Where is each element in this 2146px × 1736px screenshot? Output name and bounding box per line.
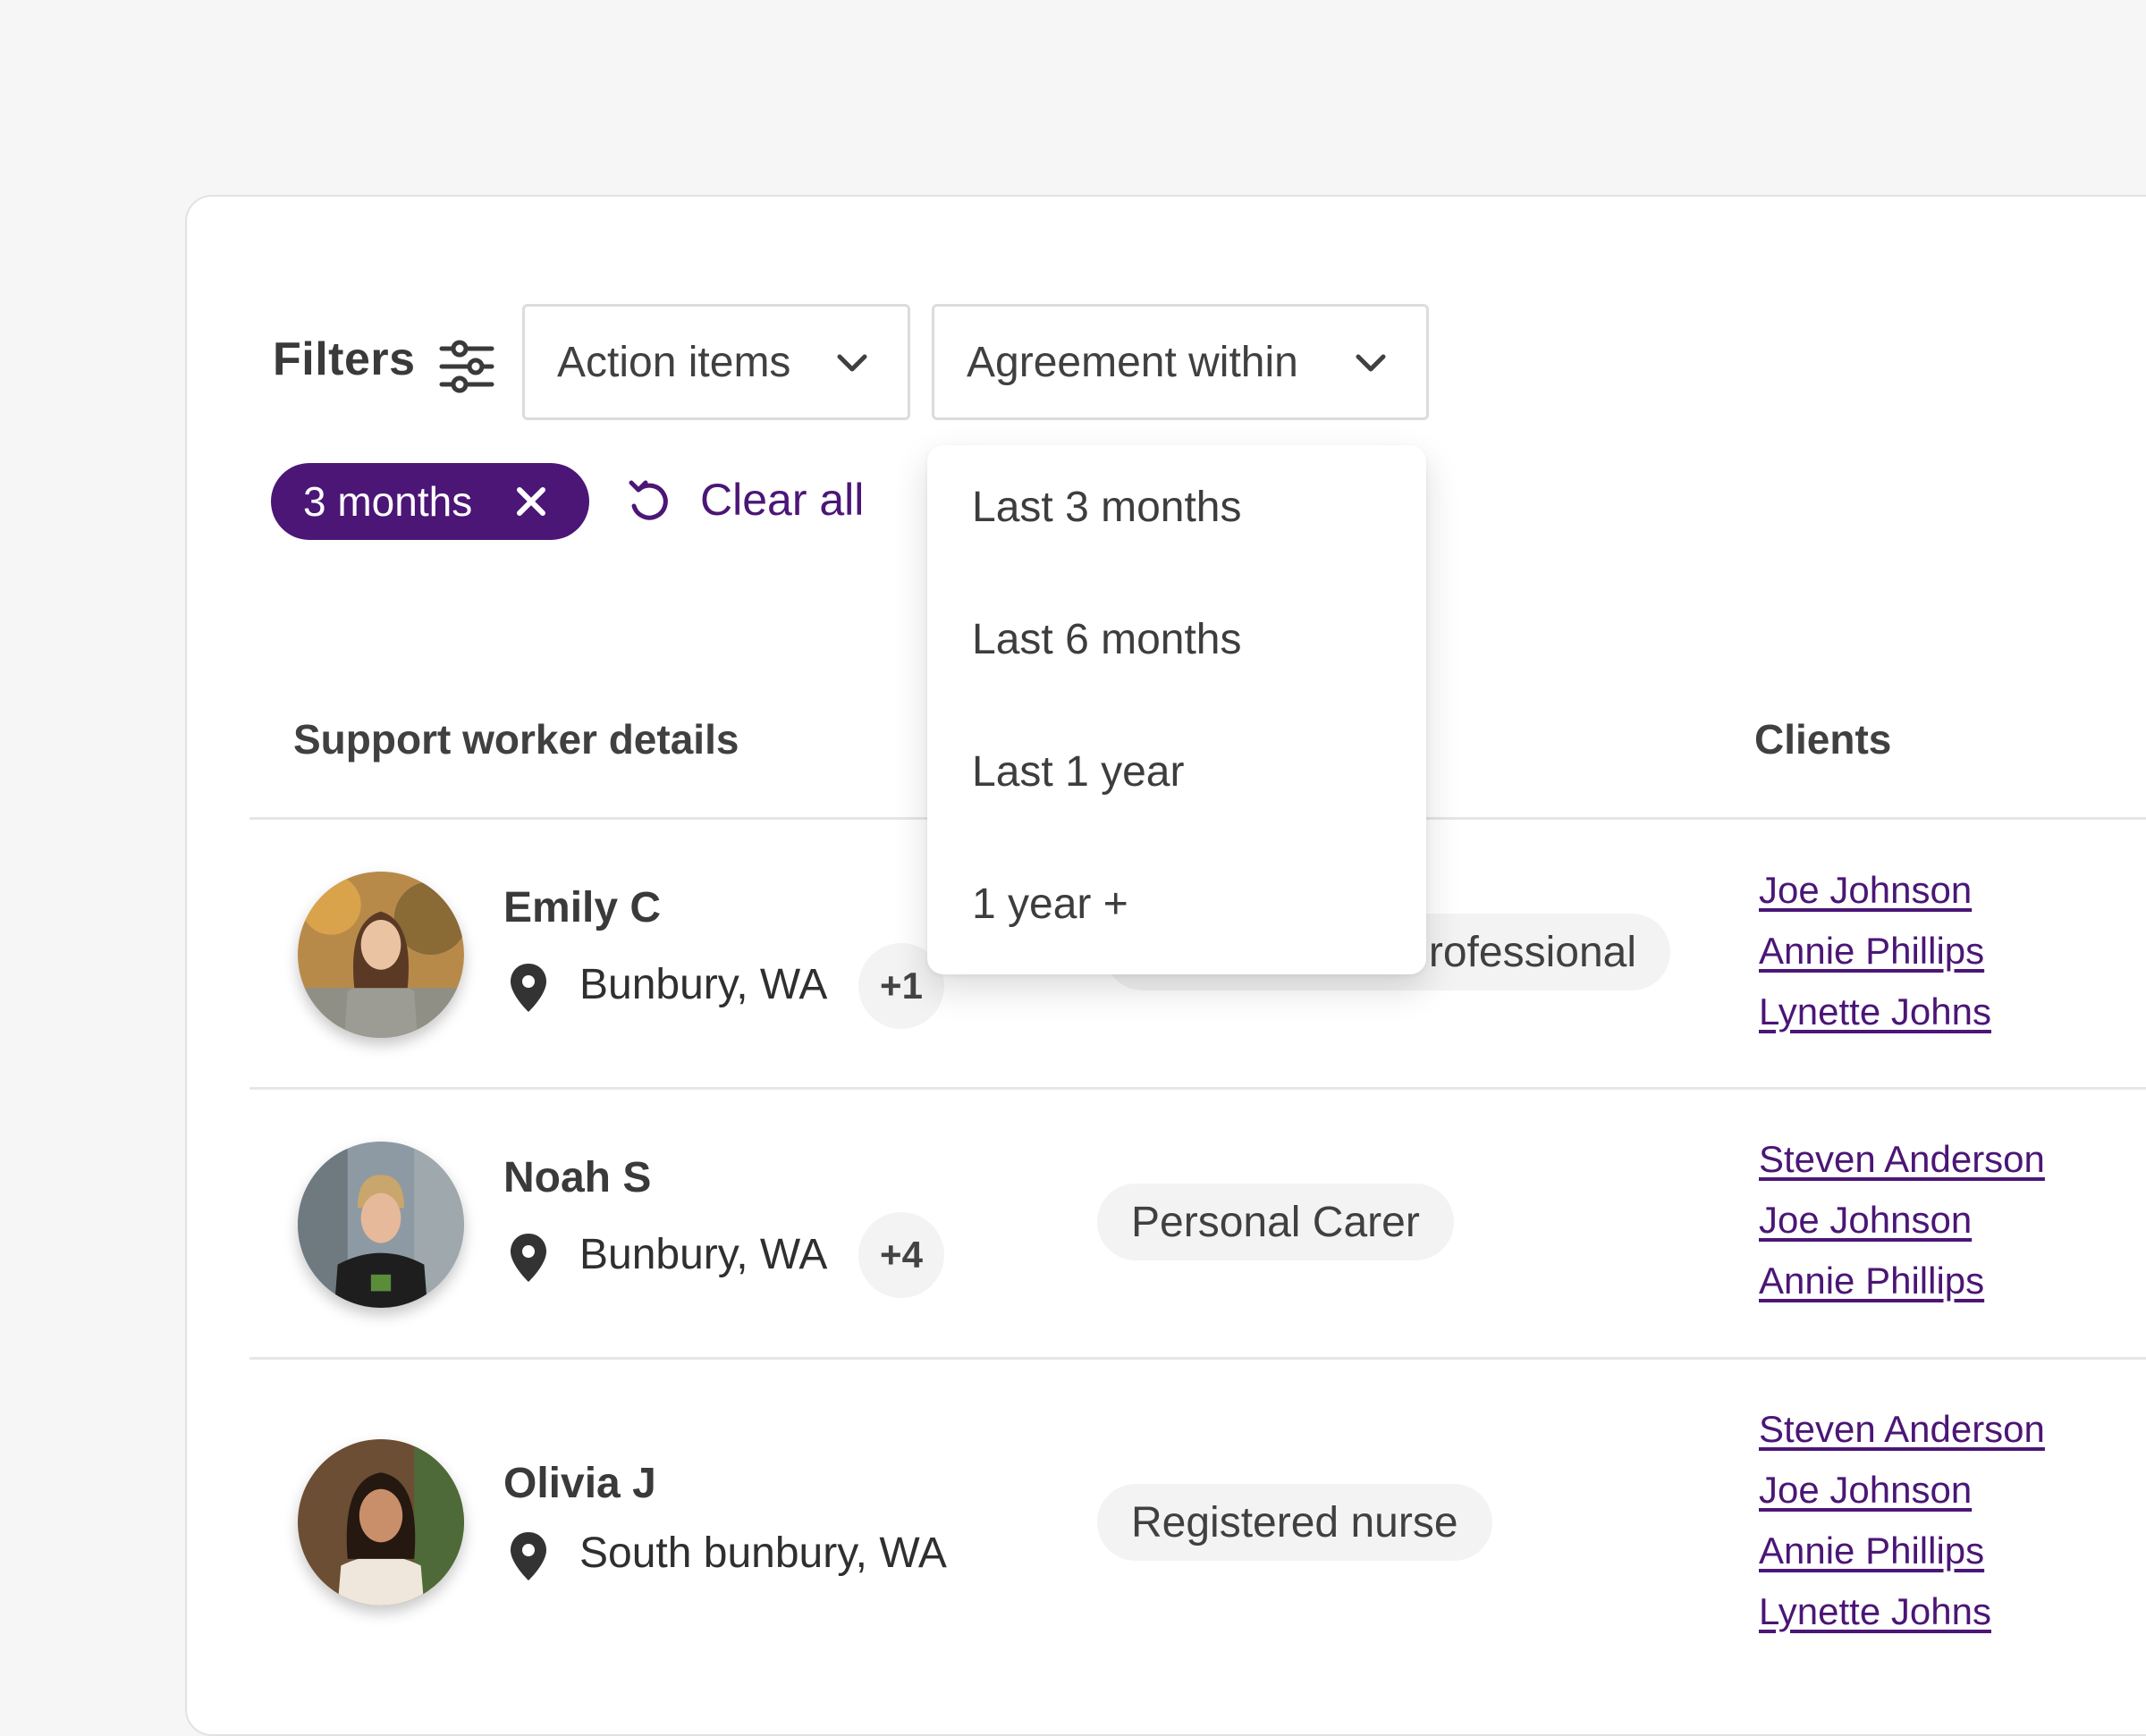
worker-location: Bunbury, WA — [579, 1231, 828, 1278]
chevron-down-icon — [837, 354, 867, 372]
role-label: Personal Carer — [1131, 1198, 1420, 1246]
client-link[interactable]: Steven Anderson — [1759, 1138, 2045, 1181]
avatar — [298, 1142, 464, 1308]
client-link[interactable]: Annie Phillips — [1759, 1260, 1984, 1302]
role-pill: Registered nurse — [1097, 1484, 1492, 1561]
client-link[interactable]: Joe Johnson — [1759, 1469, 1972, 1512]
role-label: rofessional — [1428, 928, 1636, 976]
client-link[interactable]: Annie Phillips — [1759, 930, 1984, 973]
close-icon[interactable] — [514, 485, 548, 518]
column-header-details: Support worker details — [293, 716, 739, 763]
worker-name[interactable]: Emily C — [503, 883, 661, 932]
active-filter-chip[interactable]: 3 months — [271, 463, 589, 540]
row-divider — [249, 1357, 2146, 1360]
chevron-down-icon — [1356, 354, 1386, 372]
row-divider — [249, 1087, 2146, 1090]
dropdown-option-last-6-months[interactable]: Last 6 months — [972, 615, 1242, 664]
action-items-label: Action items — [557, 338, 791, 386]
avatar — [298, 872, 464, 1038]
action-items-select[interactable]: Action items — [522, 304, 910, 420]
reset-icon[interactable] — [626, 477, 672, 524]
clear-all-button[interactable]: Clear all — [700, 474, 864, 526]
location-pin-icon — [511, 1532, 546, 1580]
filters-label: Filters — [273, 333, 416, 385]
role-label: Registered nurse — [1131, 1498, 1458, 1546]
client-link[interactable]: Joe Johnson — [1759, 869, 1972, 912]
agreement-within-dropdown: Last 3 months Last 6 months Last 1 year … — [927, 445, 1426, 974]
client-link[interactable]: Steven Anderson — [1759, 1408, 2045, 1451]
worker-location: Bunbury, WA — [579, 961, 828, 1008]
chip-label: 3 months — [303, 478, 473, 525]
role-pill: Personal Carer — [1097, 1184, 1454, 1260]
client-link[interactable]: Annie Phillips — [1759, 1530, 1984, 1572]
worker-location: South bunbury, WA — [579, 1530, 947, 1577]
client-link[interactable]: Lynette Johns — [1759, 990, 1991, 1033]
location-pin-icon — [511, 964, 546, 1012]
location-pin-icon — [511, 1234, 546, 1282]
agreement-within-label: Agreement within — [967, 338, 1298, 386]
agreement-within-select[interactable]: Agreement within — [932, 304, 1429, 420]
dropdown-option-last-3-months[interactable]: Last 3 months — [972, 483, 1242, 532]
dropdown-option-1-year-plus[interactable]: 1 year + — [972, 880, 1128, 929]
avatar — [298, 1439, 464, 1605]
column-header-clients: Clients — [1754, 716, 1892, 763]
extra-locations-badge[interactable]: +4 — [858, 1212, 944, 1298]
worker-name[interactable]: Noah S — [503, 1153, 651, 1202]
client-link[interactable]: Joe Johnson — [1759, 1199, 1972, 1242]
sliders-icon[interactable] — [438, 338, 495, 395]
dropdown-option-last-1-year[interactable]: Last 1 year — [972, 747, 1184, 796]
worker-name[interactable]: Olivia J — [503, 1459, 656, 1508]
client-link[interactable]: Lynette Johns — [1759, 1590, 1991, 1633]
